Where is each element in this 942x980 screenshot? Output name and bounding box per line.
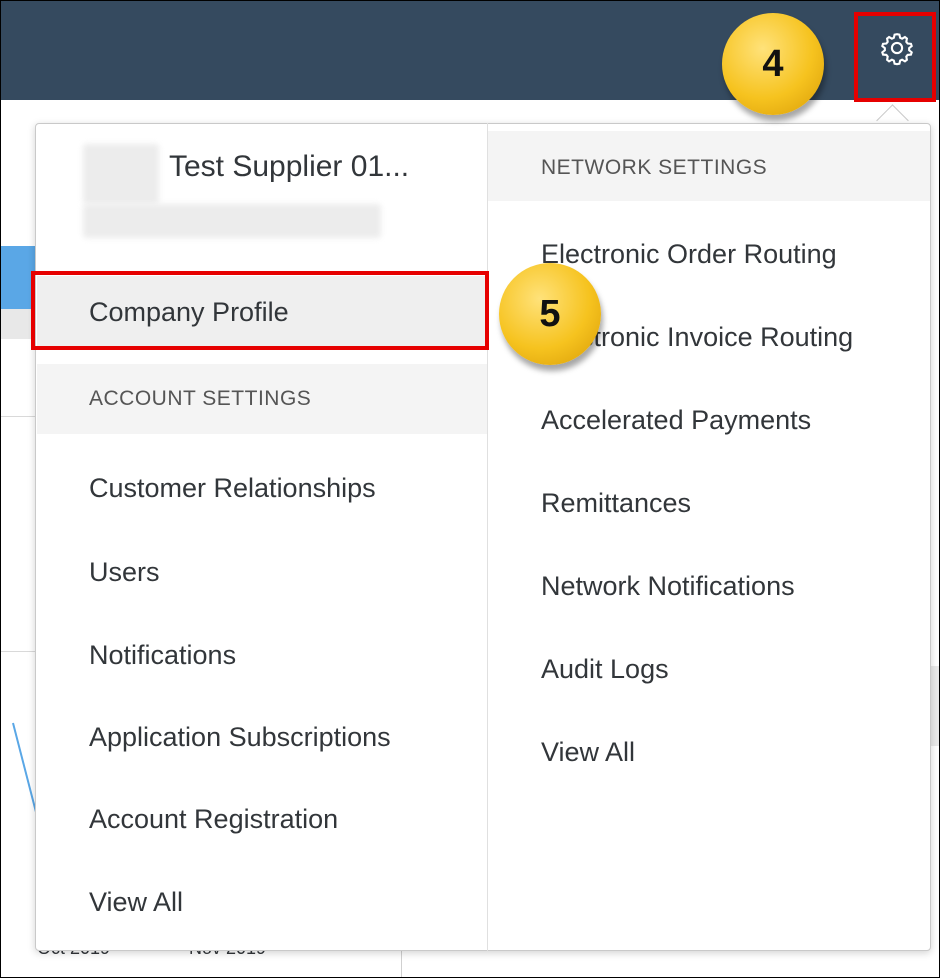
company-profile-highlight-box bbox=[31, 271, 489, 350]
menu-item-application-subscriptions[interactable]: Application Subscriptions bbox=[89, 722, 391, 753]
menu-item-network-notifications[interactable]: Network Notifications bbox=[541, 571, 795, 602]
menu-item-users[interactable]: Users bbox=[89, 557, 160, 588]
menu-item-customer-relationships[interactable]: Customer Relationships bbox=[89, 473, 376, 504]
account-settings-header: ACCOUNT SETTINGS bbox=[89, 387, 312, 410]
menu-item-accelerated-payments[interactable]: Accelerated Payments bbox=[541, 405, 811, 436]
menu-item-electronic-order-routing[interactable]: Electronic Order Routing bbox=[541, 239, 837, 270]
account-name: Test Supplier 01... bbox=[169, 150, 410, 183]
menu-item-view-all-account[interactable]: View All bbox=[89, 887, 183, 918]
background-tile bbox=[1, 246, 35, 309]
background-tile bbox=[1, 309, 35, 339]
background-divider bbox=[1, 651, 35, 652]
background-panel bbox=[931, 666, 939, 746]
menu-item-notifications[interactable]: Notifications bbox=[89, 640, 236, 671]
step-badge-5: 5 bbox=[499, 263, 601, 365]
menu-item-account-registration[interactable]: Account Registration bbox=[89, 804, 338, 835]
network-settings-header: NETWORK SETTINGS bbox=[541, 156, 768, 179]
menu-item-view-all-network[interactable]: View All bbox=[541, 737, 635, 768]
account-id-redacted bbox=[83, 204, 381, 238]
avatar bbox=[83, 144, 159, 204]
settings-highlight-box bbox=[854, 12, 936, 102]
screenshot-frame: Oct 2019 Nov 2019 Test Supplier 01... Co… bbox=[0, 0, 940, 978]
step-badge-4: 4 bbox=[722, 13, 824, 115]
background-divider bbox=[401, 951, 402, 977]
menu-column-divider bbox=[487, 123, 488, 951]
menu-item-audit-logs[interactable]: Audit Logs bbox=[541, 654, 669, 685]
background-divider bbox=[1, 416, 35, 417]
menu-item-remittances[interactable]: Remittances bbox=[541, 488, 691, 519]
